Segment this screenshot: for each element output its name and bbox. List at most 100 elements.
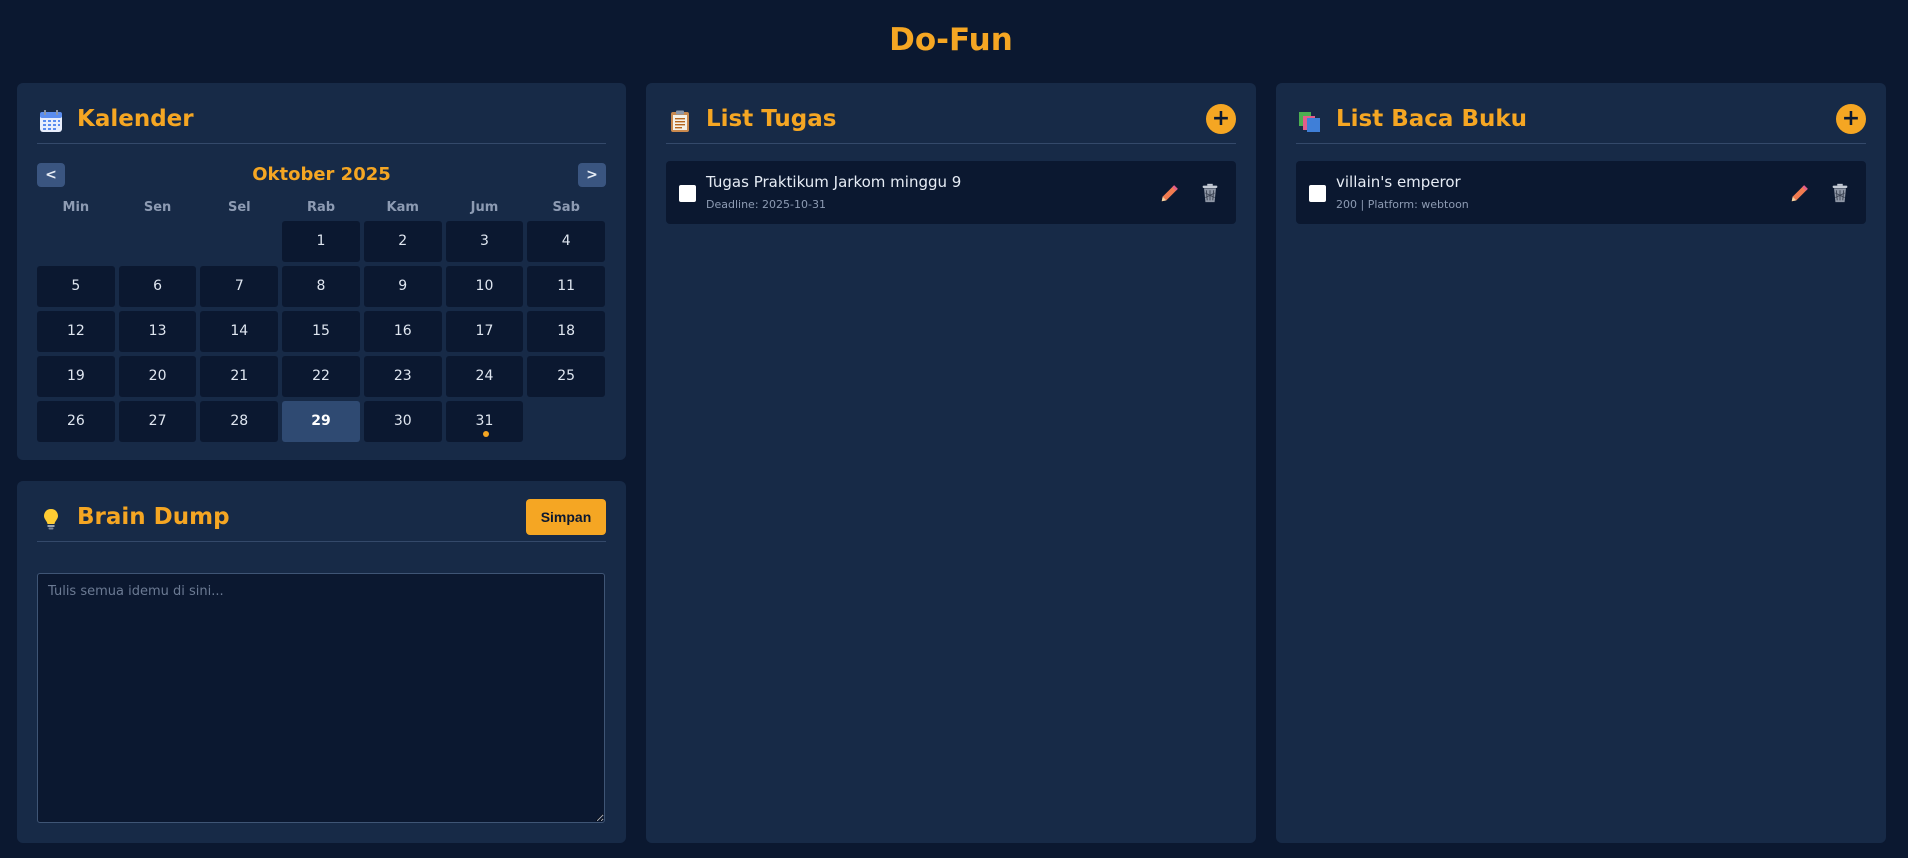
calendar-day-number: 19 bbox=[66, 368, 85, 384]
books-icon bbox=[1299, 112, 1320, 132]
calendar-day-number: 14 bbox=[230, 323, 249, 339]
calendar-empty-cell bbox=[200, 221, 278, 262]
clipboard-icon bbox=[671, 110, 689, 132]
calendar-day[interactable]: 21 bbox=[200, 356, 279, 397]
save-button[interactable]: Simpan bbox=[526, 499, 606, 535]
calendar-day-number: 13 bbox=[148, 323, 167, 339]
calendar-day[interactable]: 9 bbox=[363, 266, 442, 307]
book-item: villain's emperor 200 | Platform: webtoo… bbox=[1296, 161, 1866, 224]
calendar-day-number: 10 bbox=[475, 278, 494, 294]
calendar-empty-cell bbox=[119, 221, 197, 262]
calendar-day-number: 11 bbox=[557, 278, 576, 294]
brain-dump-header: Brain Dump Simpan bbox=[37, 499, 606, 542]
calendar-title: Kalender bbox=[77, 106, 194, 132]
weekday-label: Sab bbox=[552, 200, 580, 215]
calendar-day[interactable]: 4 bbox=[527, 221, 606, 262]
calendar-day-number: 1 bbox=[316, 233, 326, 249]
weekday-label: Min bbox=[62, 200, 90, 215]
calendar-day-number: 26 bbox=[66, 413, 85, 429]
calendar-day[interactable]: 30 bbox=[363, 401, 442, 442]
calendar-day-number: 30 bbox=[393, 413, 412, 429]
calendar-day[interactable]: 2 bbox=[363, 221, 442, 262]
task-list-panel: List Tugas + Tugas Praktikum Jarkom ming… bbox=[646, 83, 1256, 843]
calendar-day-number: 22 bbox=[312, 368, 330, 384]
calendar-day-number: 15 bbox=[312, 323, 330, 339]
event-indicator-dot bbox=[482, 431, 489, 437]
weekday-label: Sen bbox=[143, 200, 172, 215]
calendar-day[interactable]: 18 bbox=[527, 311, 606, 352]
task-title: Tugas Praktikum Jarkom minggu 9 bbox=[706, 173, 962, 191]
add-task-button[interactable]: + bbox=[1206, 104, 1236, 134]
brain-dump-textarea[interactable] bbox=[37, 573, 605, 823]
calendar-panel: Kalender < Oktober 2025 > Min Sen Sel Rab Ka… bbox=[17, 83, 626, 460]
calendar-day[interactable]: 1 bbox=[282, 221, 360, 262]
calendar-day[interactable]: 19 bbox=[37, 356, 115, 397]
calendar-day[interactable]: 8 bbox=[282, 266, 360, 307]
calendar-day[interactable]: 20 bbox=[118, 356, 197, 397]
task-list-title: List Tugas bbox=[706, 106, 837, 132]
brain-dump-title: Brain Dump bbox=[77, 504, 230, 530]
calendar-day-number: 9 bbox=[398, 278, 408, 294]
book-list-header: List Baca Buku + bbox=[1296, 103, 1866, 144]
calendar-day[interactable]: 28 bbox=[200, 401, 279, 442]
calendar-day[interactable]: 17 bbox=[445, 311, 524, 352]
calendar-header: Kalender bbox=[37, 103, 606, 144]
calendar-day-number: 4 bbox=[561, 233, 571, 249]
calendar-week-row: 12 13 14 15 16 17 18 bbox=[37, 311, 606, 352]
trash-icon[interactable] bbox=[1199, 182, 1221, 204]
pencil-icon[interactable] bbox=[1789, 182, 1811, 204]
weekday-label: Sel bbox=[227, 200, 251, 215]
calendar-day[interactable]: 26 bbox=[37, 401, 115, 442]
calendar-day[interactable]: 24 bbox=[445, 356, 524, 397]
calendar-day[interactable]: 27 bbox=[118, 401, 197, 442]
calendar-day[interactable]: 16 bbox=[363, 311, 442, 352]
calendar-day[interactable]: 6 bbox=[118, 266, 197, 307]
calendar-day-number: 3 bbox=[479, 233, 489, 249]
calendar-empty-cell bbox=[527, 401, 605, 442]
add-book-button[interactable]: + bbox=[1836, 104, 1866, 134]
calendar-week-row: 19 20 21 22 23 24 25 bbox=[37, 356, 606, 397]
calendar-day[interactable]: 14 bbox=[200, 311, 279, 352]
calendar-day[interactable]: 13 bbox=[118, 311, 197, 352]
book-details: 200 | Platform: webtoon bbox=[1336, 198, 1469, 211]
calendar-day-number: 28 bbox=[230, 413, 249, 429]
calendar-day-number: 24 bbox=[475, 368, 494, 384]
calendar-day[interactable]: 5 bbox=[37, 266, 115, 307]
calendar-day[interactable]: 25 bbox=[527, 356, 606, 397]
calendar-day[interactable]: 23 bbox=[363, 356, 442, 397]
weekday-label: Rab bbox=[306, 200, 336, 215]
calendar-day-number: 12 bbox=[66, 323, 85, 339]
calendar-empty-cell bbox=[37, 221, 115, 262]
trash-icon[interactable] bbox=[1829, 182, 1851, 204]
calendar-day[interactable]: 15 bbox=[282, 311, 360, 352]
calendar-grid: Min Sen Sel Rab Kam Jum Sab 1 2 3 4 5 6 7 8 9 10 11 12 13 1… bbox=[37, 199, 606, 442]
task-item: Tugas Praktikum Jarkom minggu 9 Deadline… bbox=[666, 161, 1236, 224]
calendar-day-number: 25 bbox=[557, 368, 576, 384]
calendar-day[interactable]: 3 bbox=[445, 221, 524, 262]
calendar-day-number: 18 bbox=[557, 323, 576, 339]
weekday-label: Jum bbox=[470, 200, 499, 215]
task-deadline: Deadline: 2025-10-31 bbox=[706, 198, 826, 211]
calendar-day-number: 5 bbox=[71, 278, 81, 294]
calendar-day[interactable]: 10 bbox=[445, 266, 524, 307]
calendar-day[interactable]: 31 bbox=[445, 401, 524, 442]
book-title: villain's emperor bbox=[1336, 173, 1461, 191]
pencil-icon[interactable] bbox=[1159, 182, 1181, 204]
book-list-panel: List Baca Buku + villain's emperor 200 |… bbox=[1276, 83, 1886, 843]
calendar-icon bbox=[40, 110, 62, 132]
calendar-day[interactable]: 11 bbox=[527, 266, 606, 307]
calendar-month-label: Oktober 2025 bbox=[252, 164, 391, 185]
calendar-day[interactable]: 7 bbox=[200, 266, 279, 307]
calendar-day-number: 17 bbox=[475, 323, 494, 339]
book-checkbox[interactable] bbox=[1309, 185, 1326, 202]
weekday-header-row: Min Sen Sel Rab Kam Jum Sab bbox=[37, 199, 605, 217]
next-month-button[interactable]: > bbox=[578, 163, 606, 187]
task-checkbox[interactable] bbox=[679, 185, 696, 202]
calendar-day[interactable]: 12 bbox=[37, 311, 115, 352]
weekday-label: Kam bbox=[386, 200, 419, 215]
calendar-week-row: 1 2 3 4 bbox=[37, 221, 606, 262]
calendar-day-number: 27 bbox=[148, 413, 167, 429]
calendar-day[interactable]: 29 bbox=[282, 401, 360, 442]
calendar-day[interactable]: 22 bbox=[282, 356, 360, 397]
calendar-day-number: 20 bbox=[148, 368, 167, 384]
